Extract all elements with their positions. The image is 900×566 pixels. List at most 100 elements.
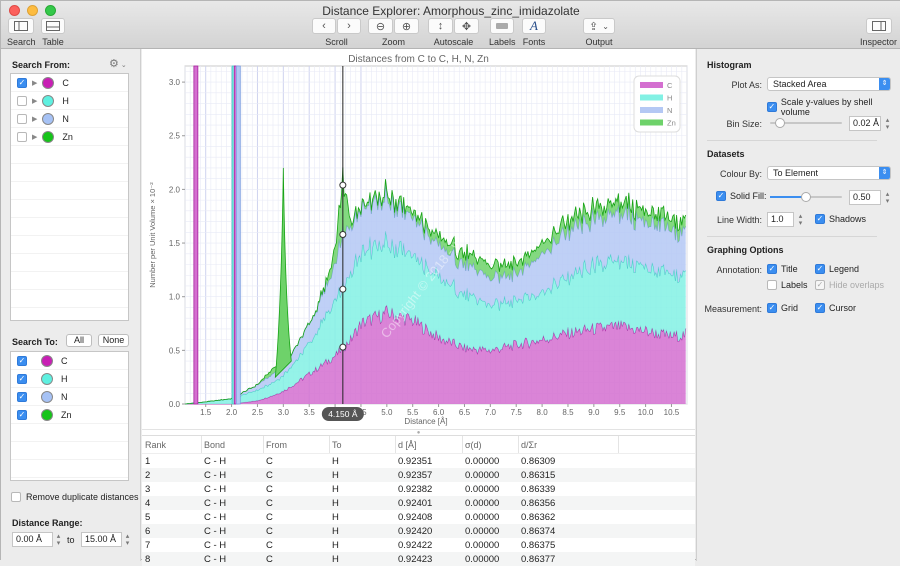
scale-y-checkbox[interactable]: ✓ Scale y-values by shell volume xyxy=(767,97,900,117)
zoom-out-button[interactable]: ⊖ xyxy=(368,18,393,34)
checkbox[interactable] xyxy=(11,492,21,502)
checkbox[interactable]: ✓ xyxy=(17,373,27,384)
element-color-swatch xyxy=(41,354,53,367)
annotation-label: Annotation: xyxy=(716,265,762,275)
checkbox[interactable] xyxy=(767,280,777,290)
gear-menu-button[interactable]: ⚙ ⌄ xyxy=(109,57,127,70)
scroll-label: Scroll xyxy=(325,37,348,47)
checkbox[interactable] xyxy=(17,113,27,124)
scroll-left-button[interactable]: ‹ xyxy=(312,18,336,34)
checkbox[interactable]: ✓ xyxy=(17,355,27,366)
legend-checkbox[interactable]: ✓ Legend xyxy=(815,264,859,274)
column-header[interactable]: Bond xyxy=(202,436,264,453)
table-panel-icon xyxy=(41,18,65,34)
distance-min-field[interactable]: 0.00 Å xyxy=(12,532,53,547)
remove-duplicates-checkbox[interactable]: Remove duplicate distances xyxy=(11,492,139,502)
element-color-swatch xyxy=(41,390,53,403)
element-color-swatch xyxy=(41,408,53,421)
search_from-item-n[interactable]: ▶ N xyxy=(11,110,128,128)
labels-checkbox[interactable]: Labels xyxy=(767,280,808,290)
table-row[interactable]: 5 C - H C H 0.92408 0.00000 0.86362 xyxy=(142,510,695,524)
cursor-checkbox[interactable]: ✓ Cursor xyxy=(815,303,856,313)
disclosure-triangle-icon[interactable]: ▶ xyxy=(32,115,37,123)
table-row[interactable]: 8 C - H C H 0.92423 0.00000 0.86377 xyxy=(142,552,695,566)
autoscale-vertical-button[interactable]: ↕ xyxy=(428,18,453,34)
table-toggle-button[interactable]: Table xyxy=(41,18,65,47)
search_to-item-h[interactable]: ✓ H xyxy=(11,370,128,388)
legend-label: C xyxy=(667,81,673,90)
checkbox[interactable]: ✓ xyxy=(17,409,27,420)
fonts-button[interactable]: A Fonts xyxy=(522,18,546,47)
checkbox[interactable]: ✓ xyxy=(767,303,777,313)
search_from-item-c[interactable]: ✓ ▶ C xyxy=(11,74,128,92)
disclosure-triangle-icon[interactable]: ▶ xyxy=(32,97,37,105)
table-row[interactable]: 6 C - H C H 0.92420 0.00000 0.86374 xyxy=(142,524,695,538)
labels-button[interactable]: Labels xyxy=(489,18,516,47)
autoscale-both-button[interactable]: ✥ xyxy=(454,18,479,34)
distance-min-stepper[interactable]: ▴ ▾ xyxy=(55,533,62,547)
checkbox[interactable]: ✓ xyxy=(767,102,777,112)
checkbox[interactable] xyxy=(17,131,27,142)
checkbox[interactable]: ✓ xyxy=(17,77,27,88)
column-header[interactable]: d [Å] xyxy=(396,436,463,453)
search_to-item-zn[interactable]: ✓ Zn xyxy=(11,406,128,424)
title-checkbox[interactable]: ✓ Title xyxy=(767,264,798,274)
empty-row xyxy=(11,164,128,182)
bin-size-slider[interactable] xyxy=(770,118,842,128)
slider-knob[interactable] xyxy=(801,192,811,202)
inspector-toggle-button[interactable]: Inspector xyxy=(860,18,897,47)
cursor-value: 4.150 Å xyxy=(328,409,358,419)
checkbox[interactable]: ✓ xyxy=(815,264,825,274)
line-width-field[interactable]: 1.0 xyxy=(767,212,794,227)
checkbox[interactable]: ✓ xyxy=(767,264,777,274)
table-cell: C xyxy=(266,525,273,537)
checkbox[interactable]: ✓ xyxy=(815,214,825,224)
checkbox[interactable] xyxy=(17,95,27,106)
element-color-swatch xyxy=(42,94,55,107)
zoom-in-button[interactable]: ⊕ xyxy=(394,18,419,34)
disclosure-triangle-icon[interactable]: ▶ xyxy=(32,133,37,141)
checkbox[interactable]: ✓ xyxy=(716,191,726,201)
column-header[interactable]: σ(d) xyxy=(463,436,519,453)
select-all-button[interactable]: All xyxy=(66,334,92,347)
checkbox[interactable]: ✓ xyxy=(815,303,825,313)
search_to-item-c[interactable]: ✓ C xyxy=(11,352,128,370)
scroll-right-button[interactable]: › xyxy=(337,18,361,34)
disclosure-triangle-icon[interactable]: ▶ xyxy=(32,79,37,87)
search_from-item-h[interactable]: ▶ H xyxy=(11,92,128,110)
column-header[interactable]: Rank xyxy=(142,436,202,453)
table-row[interactable]: 1 C - H C H 0.92351 0.00000 0.86309 xyxy=(142,454,695,468)
bin-size-field[interactable]: 0.02 Å xyxy=(849,116,881,131)
output-button[interactable]: ⇪ ⌄ Output xyxy=(583,18,615,47)
checkbox[interactable]: ✓ xyxy=(17,391,27,402)
range-to-label: to xyxy=(67,535,75,545)
slider-knob[interactable] xyxy=(774,118,785,128)
grid-checkbox[interactable]: ✓ Grid xyxy=(767,303,798,313)
table-row[interactable]: 7 C - H C H 0.92422 0.00000 0.86375 xyxy=(142,538,695,552)
distance-max-stepper[interactable]: ▴ ▾ xyxy=(124,533,131,547)
table-row[interactable]: 2 C - H C H 0.92357 0.00000 0.86315 xyxy=(142,468,695,482)
column-header[interactable]: To xyxy=(330,436,396,453)
bin-size-stepper[interactable]: ▴ ▾ xyxy=(884,117,891,131)
legend-swatch-c xyxy=(640,82,663,88)
solid-fill-checkbox[interactable]: ✓ Solid Fill: xyxy=(716,191,767,201)
solid-fill-stepper[interactable]: ▴ ▾ xyxy=(884,191,891,205)
line-width-stepper[interactable]: ▴ ▾ xyxy=(797,213,804,227)
table-row[interactable]: 3 C - H C H 0.92382 0.00000 0.86339 xyxy=(142,482,695,496)
select-none-button[interactable]: None xyxy=(98,334,129,347)
table-row[interactable]: 4 C - H C H 0.92401 0.00000 0.86356 xyxy=(142,496,695,510)
search-toggle-button[interactable]: Search xyxy=(7,18,36,47)
colour-by-select[interactable]: To Element ⇕ xyxy=(767,166,891,180)
search_from-item-zn[interactable]: ▶ Zn xyxy=(11,128,128,146)
plot-as-select[interactable]: Stacked Area ⇕ xyxy=(767,77,891,91)
distance-max-field[interactable]: 15.00 Å xyxy=(81,532,122,547)
shadows-checkbox[interactable]: ✓ Shadows xyxy=(815,214,866,224)
solid-fill-slider[interactable] xyxy=(770,192,842,202)
column-header[interactable]: From xyxy=(264,436,330,453)
divider xyxy=(707,140,877,141)
search_to-item-n[interactable]: ✓ N xyxy=(11,388,128,406)
distance-chart[interactable]: 1.52.02.53.03.54.04.55.05.56.06.57.07.58… xyxy=(142,49,695,435)
column-header[interactable]: d/Σr xyxy=(519,436,619,453)
y-tick-label: 1.5 xyxy=(169,239,181,248)
solid-fill-field[interactable]: 0.50 xyxy=(849,190,881,205)
